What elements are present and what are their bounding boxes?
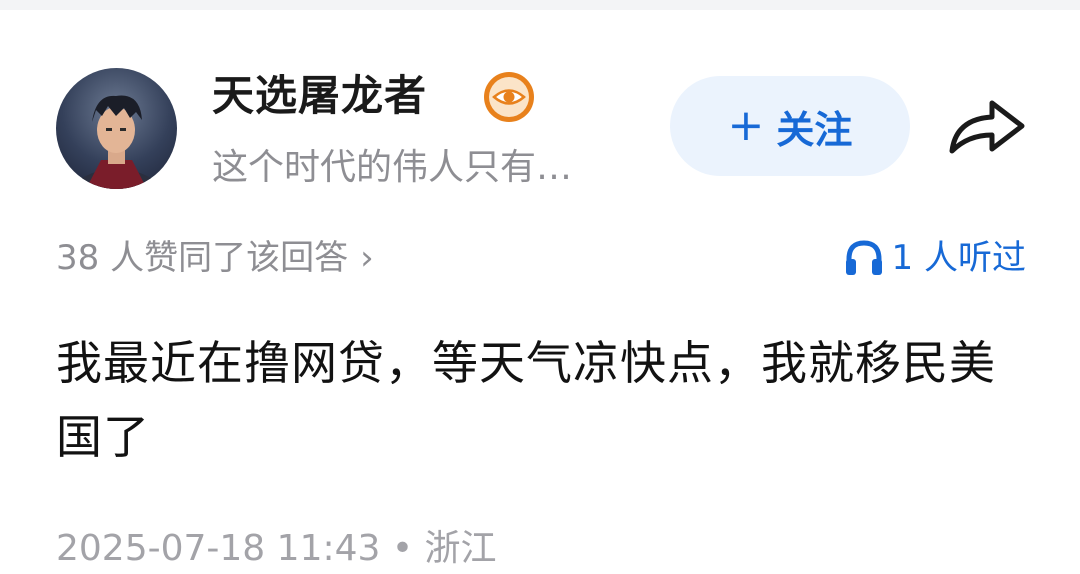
avatar-illustration [66,95,167,189]
share-arrow-icon [949,100,1025,154]
listen-text: 1 人听过 [891,238,1026,278]
likes-text: 38 人赞同了该回答 [56,238,349,278]
headphones-icon [845,240,882,275]
avatar[interactable] [56,68,177,189]
follow-label: 关注 [776,107,853,152]
author-bio[interactable]: 这个时代的伟人只有… [212,145,642,191]
chevron-right-icon: › [360,238,374,278]
eye-badge-icon [482,70,536,124]
top-divider [0,0,1080,10]
likes-summary[interactable]: 38 人赞同了该回答 › [56,236,374,280]
post-meta: 2025-07-18 11:43 • 浙江 [56,528,497,569]
author-name[interactable]: 天选屠龙者 [212,70,427,122]
listen-count[interactable]: 1 人听过 [844,236,1026,280]
answer-content[interactable]: 我最近在撸网贷，等天气凉快点，我就移民美国了 [56,326,1036,474]
share-button[interactable] [946,95,1028,159]
follow-button[interactable]: + 关注 [670,76,910,176]
plus-icon: + [727,100,765,151]
